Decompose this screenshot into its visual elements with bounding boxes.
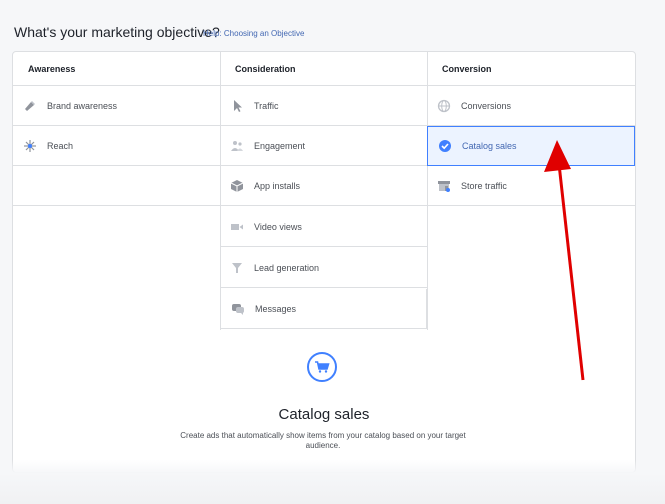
annotation-arrow [544,140,585,381]
